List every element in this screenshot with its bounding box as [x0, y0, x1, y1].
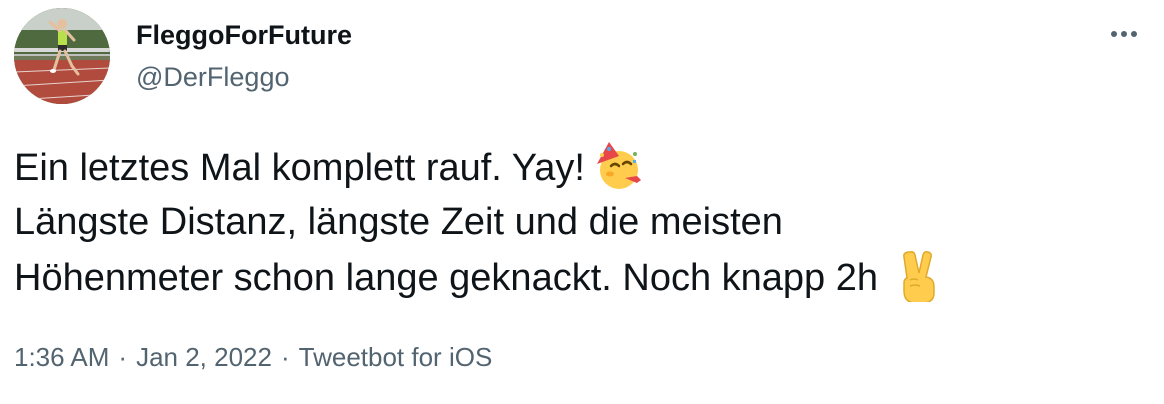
- tweet-source[interactable]: Tweetbot for iOS: [299, 342, 493, 372]
- tweet-metadata: 1:36 AM · Jan 2, 2022 · Tweetbot for iOS: [14, 340, 492, 374]
- display-name[interactable]: FleggoForFuture: [136, 18, 352, 52]
- tweet-line-text: Längste Distanz, längste Zeit und die me…: [14, 201, 783, 243]
- tweet-card: FleggoForFuture @DerFleggo Ein letztes M…: [0, 0, 1164, 404]
- tweet-line-text: Höhenmeter schon lange geknackt. Noch kn…: [14, 257, 878, 299]
- tweet-line-3: Höhenmeter schon lange geknackt. Noch kn…: [14, 250, 1144, 305]
- meta-separator: ·: [118, 342, 128, 372]
- tweet-line-2: Längste Distanz, längste Zeit und die me…: [14, 195, 1144, 250]
- avatar[interactable]: [14, 8, 110, 104]
- tweet-text: Ein letztes Mal komplett rauf. Yay! Läng…: [14, 140, 1144, 305]
- meta-separator: ·: [280, 342, 290, 372]
- tweet-time[interactable]: 1:36 AM: [14, 342, 109, 372]
- victory-hand-icon: [898, 250, 942, 318]
- more-horizontal-icon: [1111, 31, 1137, 37]
- tweet-date[interactable]: Jan 2, 2022: [136, 342, 272, 372]
- runner-photo-icon: [14, 8, 110, 104]
- more-options-button[interactable]: [1104, 14, 1144, 54]
- tweet-line-1: Ein letztes Mal komplett rauf. Yay!: [14, 140, 1144, 195]
- user-handle[interactable]: @DerFleggo: [136, 60, 352, 94]
- author-block: FleggoForFuture @DerFleggo: [136, 18, 352, 94]
- tweet-line-text: Ein letztes Mal komplett rauf. Yay!: [14, 147, 585, 189]
